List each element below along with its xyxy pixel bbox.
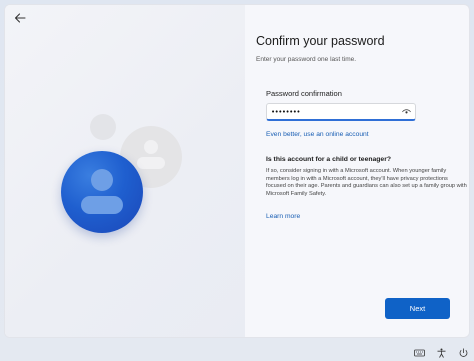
keyboard-icon[interactable] [413,347,426,359]
learn-more-link[interactable]: Learn more [266,213,300,220]
child-account-description: If so, consider signing in with a Micros… [266,168,467,197]
setup-window: Confirm your password Enter your passwor… [4,4,470,338]
back-arrow-icon [14,13,26,23]
decorative-circle-small [90,114,116,140]
use-online-account-link[interactable]: Even better, use an online account [266,131,369,138]
page-subtitle: Enter your password one last time. [256,56,357,63]
user-avatar-icon [61,151,143,233]
password-confirmation-input[interactable] [267,107,399,116]
password-confirmation-label: Password confirmation [266,89,342,98]
eye-icon[interactable] [399,106,413,118]
password-confirmation-field[interactable] [266,103,416,121]
accessibility-icon[interactable] [435,347,448,359]
system-tray [413,347,470,359]
child-account-heading: Is this account for a child or teenager? [266,156,392,163]
back-button[interactable] [12,11,28,25]
form-panel: Confirm your password Enter your passwor… [256,5,468,337]
next-button[interactable]: Next [385,298,450,319]
illustration-panel [5,5,245,337]
page-title: Confirm your password [256,34,385,48]
power-icon[interactable] [457,347,470,359]
